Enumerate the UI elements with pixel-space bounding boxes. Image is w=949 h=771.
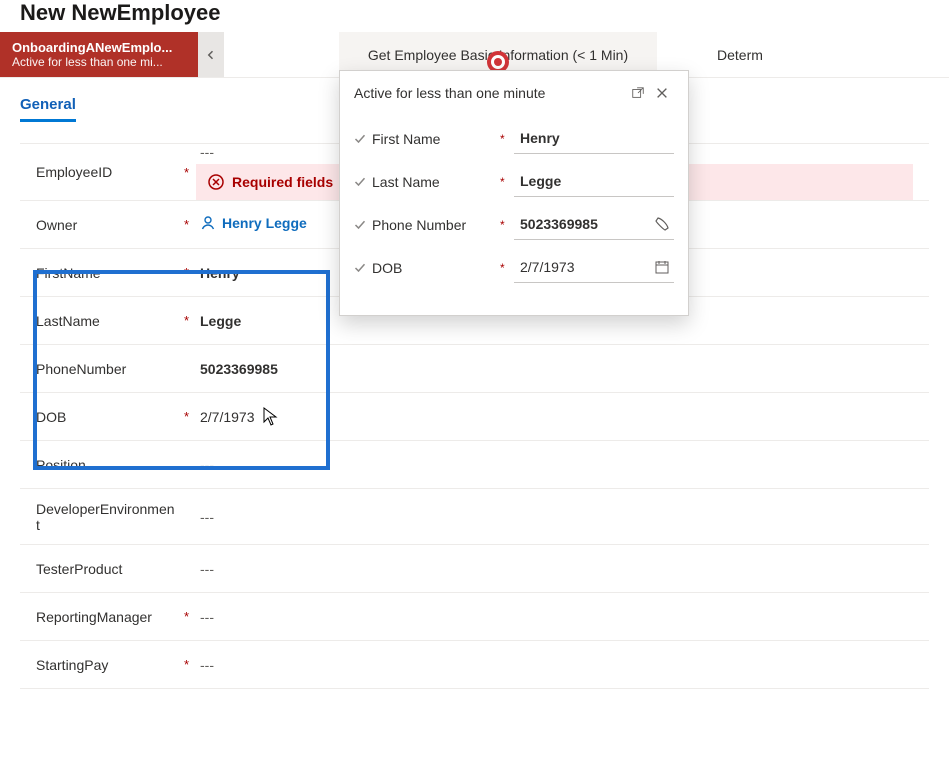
label-devenv: DeveloperEnvironment xyxy=(36,501,184,533)
fly-row-last-name: Last Name * xyxy=(340,160,688,203)
value-pay[interactable]: --- xyxy=(200,653,913,677)
row-tester: TesterProduct --- xyxy=(20,545,929,593)
bpf-stage-active-sub: Active for less than one mi... xyxy=(12,55,186,69)
fly-input-dob[interactable] xyxy=(518,258,648,276)
label-mgr: ReportingManager xyxy=(36,609,184,625)
chevron-left-icon xyxy=(205,49,217,61)
required-marker: * xyxy=(184,265,200,280)
flyout-close-button[interactable] xyxy=(650,81,674,105)
value-position[interactable]: --- xyxy=(200,453,913,477)
label-tester: TesterProduct xyxy=(36,561,184,577)
row-phone: PhoneNumber 5023369985 xyxy=(20,345,929,393)
bpf-collapse-button[interactable] xyxy=(198,32,224,77)
row-pay: StartingPay * --- xyxy=(20,641,929,689)
fly-input-first-name[interactable] xyxy=(518,129,670,147)
label-first-name: FirstName xyxy=(36,265,184,281)
fly-row-first-name: First Name * xyxy=(340,117,688,160)
required-marker: * xyxy=(184,657,200,672)
label-position: Position xyxy=(36,457,184,473)
phone-icon[interactable] xyxy=(654,216,670,232)
label-phone: PhoneNumber xyxy=(36,361,184,377)
close-icon xyxy=(655,86,669,100)
flyout-title: Active for less than one minute xyxy=(354,85,545,101)
value-phone[interactable]: 5023369985 xyxy=(200,357,913,381)
person-icon xyxy=(200,215,216,231)
popout-icon xyxy=(631,86,645,100)
fly-input-phone[interactable] xyxy=(518,215,648,233)
error-text: Required fields xyxy=(232,174,333,190)
required-marker: * xyxy=(184,409,200,424)
fly-row-phone: Phone Number * xyxy=(340,203,688,246)
fly-label-phone: Phone Number xyxy=(372,217,500,233)
row-devenv: DeveloperEnvironment --- xyxy=(20,489,929,545)
row-dob: DOB * 2/7/1973 xyxy=(20,393,929,441)
check-icon xyxy=(354,176,372,188)
owner-lookup[interactable]: Henry Legge xyxy=(200,215,307,231)
required-marker: * xyxy=(500,132,514,146)
fly-input-last-name[interactable] xyxy=(518,172,670,190)
calendar-icon[interactable] xyxy=(654,259,670,275)
error-icon xyxy=(208,174,224,190)
required-marker: * xyxy=(184,217,200,232)
flyout-popout-button[interactable] xyxy=(626,81,650,105)
check-icon xyxy=(354,262,372,274)
value-devenv[interactable]: --- xyxy=(200,505,913,529)
required-marker: * xyxy=(184,609,200,624)
page-title: New NewEmployee xyxy=(0,0,949,32)
value-tester[interactable]: --- xyxy=(200,557,913,581)
bpf-stage-active-name: OnboardingANewEmplo... xyxy=(12,40,186,55)
stage-flyout: Active for less than one minute First Na… xyxy=(339,70,689,316)
owner-name: Henry Legge xyxy=(222,215,307,231)
required-marker: * xyxy=(500,175,514,189)
required-marker: * xyxy=(500,261,514,275)
row-mgr: ReportingManager * --- xyxy=(20,593,929,641)
value-mgr[interactable]: --- xyxy=(200,605,913,629)
label-owner: Owner xyxy=(36,217,184,233)
check-icon xyxy=(354,133,372,145)
label-last-name: LastName xyxy=(36,313,184,329)
required-marker: * xyxy=(500,218,514,232)
fly-label-dob: DOB xyxy=(372,260,500,276)
label-dob: DOB xyxy=(36,409,184,425)
check-icon xyxy=(354,219,372,231)
required-marker: * xyxy=(184,313,200,328)
row-position: Position --- xyxy=(20,441,929,489)
fly-row-dob: DOB * xyxy=(340,246,688,289)
fly-label-last-name: Last Name xyxy=(372,174,500,190)
value-dob[interactable]: 2/7/1973 xyxy=(200,405,913,429)
fly-label-first-name: First Name xyxy=(372,131,500,147)
bpf-stage-active[interactable]: OnboardingANewEmplo... Active for less t… xyxy=(0,32,198,77)
tab-general[interactable]: General xyxy=(20,96,76,122)
label-employee-id: EmployeeID xyxy=(36,164,184,180)
label-pay: StartingPay xyxy=(36,657,184,673)
